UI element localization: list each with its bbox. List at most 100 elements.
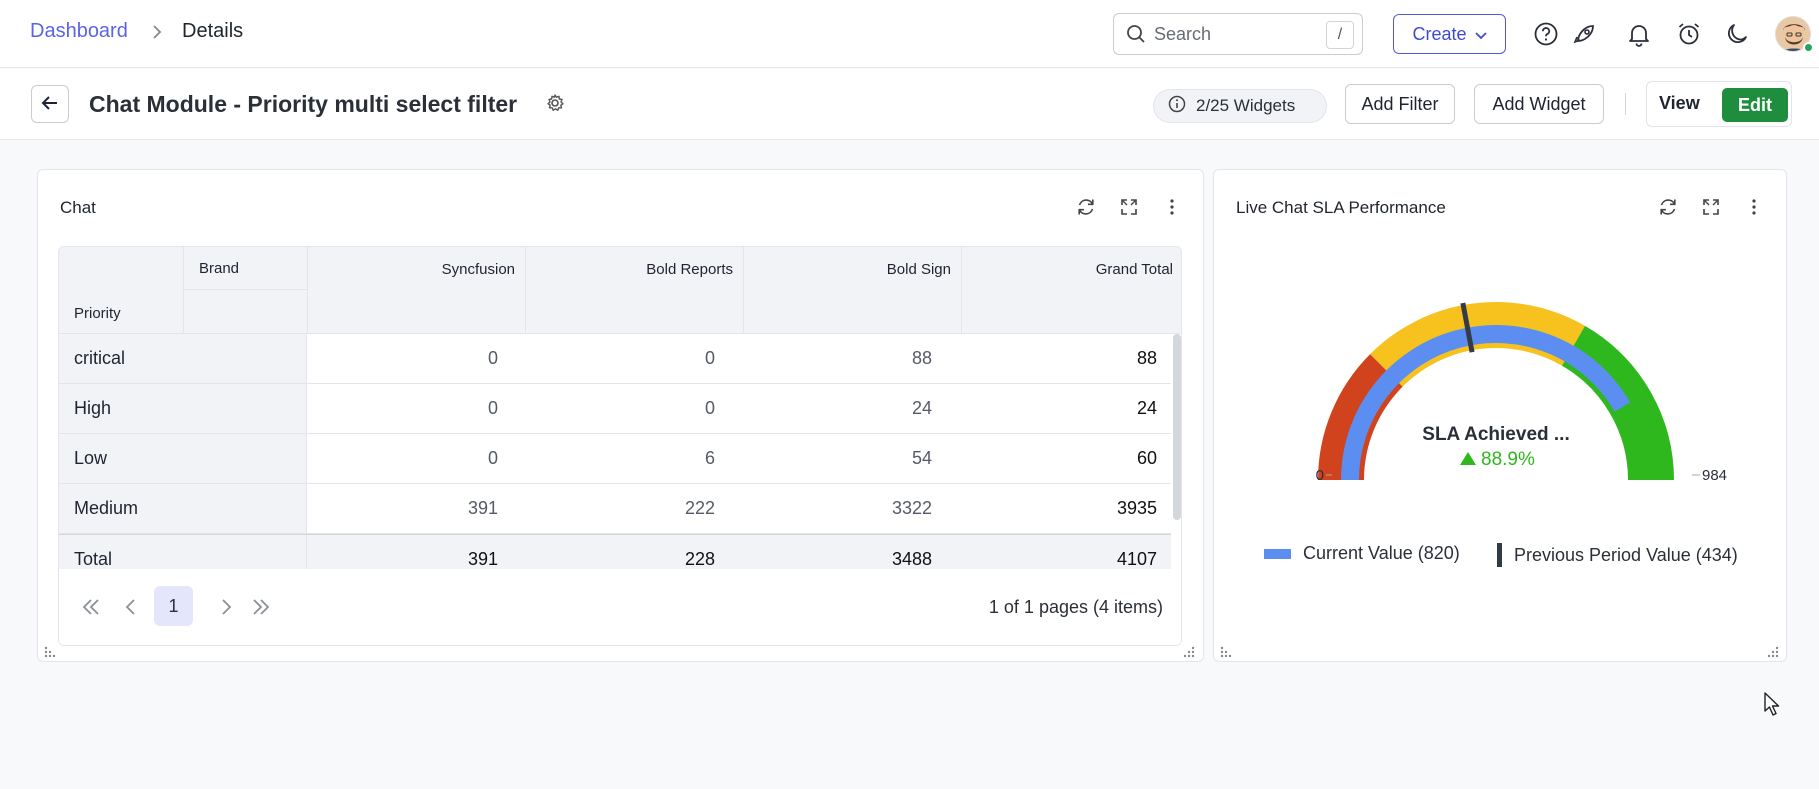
- table-row: critical 0 0 88 88: [59, 334, 1171, 384]
- alarm-clock-icon[interactable]: [1676, 21, 1702, 47]
- vertical-scrollbar[interactable]: [1173, 334, 1181, 520]
- moon-icon[interactable]: [1724, 21, 1750, 47]
- corner-empty: [59, 247, 184, 290]
- total-value: 228: [684, 549, 715, 569]
- refresh-icon[interactable]: [1657, 196, 1679, 218]
- pager-info: 1 of 1 pages (4 items): [988, 597, 1163, 617]
- cell-grand-total: 60: [1136, 448, 1157, 468]
- expand-icon[interactable]: [1118, 196, 1140, 218]
- bell-icon[interactable]: [1626, 21, 1652, 47]
- view-toggle-button[interactable]: View: [1659, 93, 1700, 114]
- column-header[interactable]: Syncfusion: [308, 247, 526, 334]
- total-value: 391: [467, 549, 498, 569]
- search-input[interactable]: [1152, 22, 1302, 46]
- last-page-icon[interactable]: [249, 595, 273, 619]
- cell-grand-total: 24: [1136, 398, 1157, 418]
- sla-widget-title: Live Chat SLA Performance: [1236, 198, 1446, 217]
- drag-handle-icon[interactable]: [1220, 645, 1232, 658]
- more-vertical-icon[interactable]: [1743, 196, 1765, 218]
- create-button[interactable]: Create: [1393, 14, 1506, 54]
- view-edit-toggle: View Edit: [1646, 81, 1792, 127]
- widgets-count-badge: 2/25 Widgets: [1153, 89, 1327, 123]
- cell-value: 6: [704, 448, 715, 468]
- legend-current: Current Value (820): [1264, 543, 1460, 564]
- divider: [1625, 93, 1626, 115]
- column-header[interactable]: Bold Sign: [744, 247, 962, 334]
- add-filter-button[interactable]: Add Filter: [1345, 84, 1455, 124]
- chat-widget-title: Chat: [60, 198, 96, 217]
- cell-grand-total: 3935: [1116, 498, 1157, 518]
- first-page-icon[interactable]: [79, 595, 103, 619]
- gauge-min-label: 0: [1316, 467, 1324, 484]
- top-bar: Dashboard Details / Create: [0, 0, 1819, 68]
- page-number-button[interactable]: 1: [154, 586, 193, 626]
- total-grand-total: 4107: [1116, 549, 1157, 569]
- cell-value: 0: [487, 398, 498, 418]
- table-row: High 0 0 24 24: [59, 384, 1171, 434]
- resize-handle-icon[interactable]: [1183, 645, 1195, 658]
- rocket-icon[interactable]: [1572, 21, 1598, 47]
- search-icon: [1126, 24, 1146, 49]
- create-label: Create: [1412, 23, 1467, 44]
- cell-value: 0: [704, 398, 715, 418]
- help-icon[interactable]: [1533, 21, 1559, 47]
- cell-value: 3322: [891, 498, 932, 518]
- table-row: Medium 391 222 3322 3935: [59, 484, 1171, 534]
- search-box[interactable]: /: [1113, 13, 1363, 55]
- cell-value: 391: [467, 498, 498, 518]
- chevron-right-icon: [151, 24, 163, 45]
- cell-value: 0: [487, 348, 498, 368]
- mouse-cursor-icon: [1763, 691, 1781, 722]
- row-label[interactable]: High: [59, 384, 307, 433]
- legend-current-swatch: [1264, 548, 1291, 559]
- cell-value: 54: [911, 448, 932, 468]
- cell-value: 24: [911, 398, 932, 418]
- legend-current-label: Current Value (820): [1303, 543, 1460, 563]
- resize-handle-icon[interactable]: [1767, 645, 1779, 658]
- column-header[interactable]: Bold Reports: [526, 247, 744, 334]
- cell-value: 0: [704, 348, 715, 368]
- expand-icon[interactable]: [1700, 196, 1722, 218]
- total-value: 3488: [891, 549, 932, 569]
- next-page-icon[interactable]: [214, 595, 238, 619]
- pager: 1 1 of 1 pages (4 items): [59, 569, 1181, 645]
- breadcrumb-dashboard[interactable]: Dashboard: [30, 20, 128, 43]
- back-button[interactable]: [31, 85, 69, 123]
- gear-icon[interactable]: [545, 93, 565, 118]
- row-label[interactable]: Low: [59, 434, 307, 483]
- drag-handle-icon[interactable]: [44, 645, 56, 658]
- page-title: Chat Module - Priority multi select filt…: [89, 91, 518, 117]
- pivot-table: Brand Priority Syncfusion Bold Reports B…: [58, 246, 1182, 646]
- gauge-center-label: SLA Achieved ...: [1422, 424, 1569, 445]
- chevron-down-icon: [1474, 24, 1487, 45]
- cell-value: 222: [684, 498, 715, 518]
- gauge-percent-change: 88.9%: [1481, 449, 1535, 470]
- refresh-icon[interactable]: [1075, 196, 1097, 218]
- arrow-left-icon: [41, 95, 59, 114]
- legend-previous: Previous Period Value (434): [1497, 543, 1738, 567]
- more-vertical-icon[interactable]: [1161, 196, 1183, 218]
- breadcrumb-current: Details: [182, 20, 244, 42]
- prev-page-icon[interactable]: [119, 595, 143, 619]
- row-label[interactable]: Medium: [59, 484, 307, 533]
- sla-gauge-chart: SLA Achieved ... 88.9% 0 984: [1316, 302, 1727, 484]
- row-field-header[interactable]: Priority: [59, 290, 184, 334]
- legend-previous-label: Previous Period Value (434): [1514, 544, 1738, 565]
- column-header[interactable]: Grand Total: [962, 247, 1181, 334]
- widgets-count-text: 2/25 Widgets: [1196, 96, 1296, 115]
- cell-grand-total: 88: [1136, 348, 1157, 368]
- gauge-max-label: 984: [1702, 467, 1727, 484]
- add-widget-button[interactable]: Add Widget: [1474, 84, 1604, 124]
- cell-value: 0: [487, 448, 498, 468]
- info-icon: [1168, 95, 1186, 118]
- corner-empty-2: [184, 290, 308, 334]
- search-shortcut-key: /: [1326, 21, 1354, 49]
- edit-toggle-button[interactable]: Edit: [1722, 88, 1788, 122]
- online-status-dot: [1803, 42, 1814, 53]
- triangle-up-icon: [1460, 452, 1476, 465]
- column-field-header[interactable]: Brand: [184, 247, 308, 290]
- title-bar: Chat Module - Priority multi select filt…: [0, 69, 1819, 140]
- table-row: Low 0 6 54 60: [59, 434, 1171, 484]
- legend-previous-swatch: [1497, 543, 1502, 567]
- row-label[interactable]: critical: [59, 334, 307, 383]
